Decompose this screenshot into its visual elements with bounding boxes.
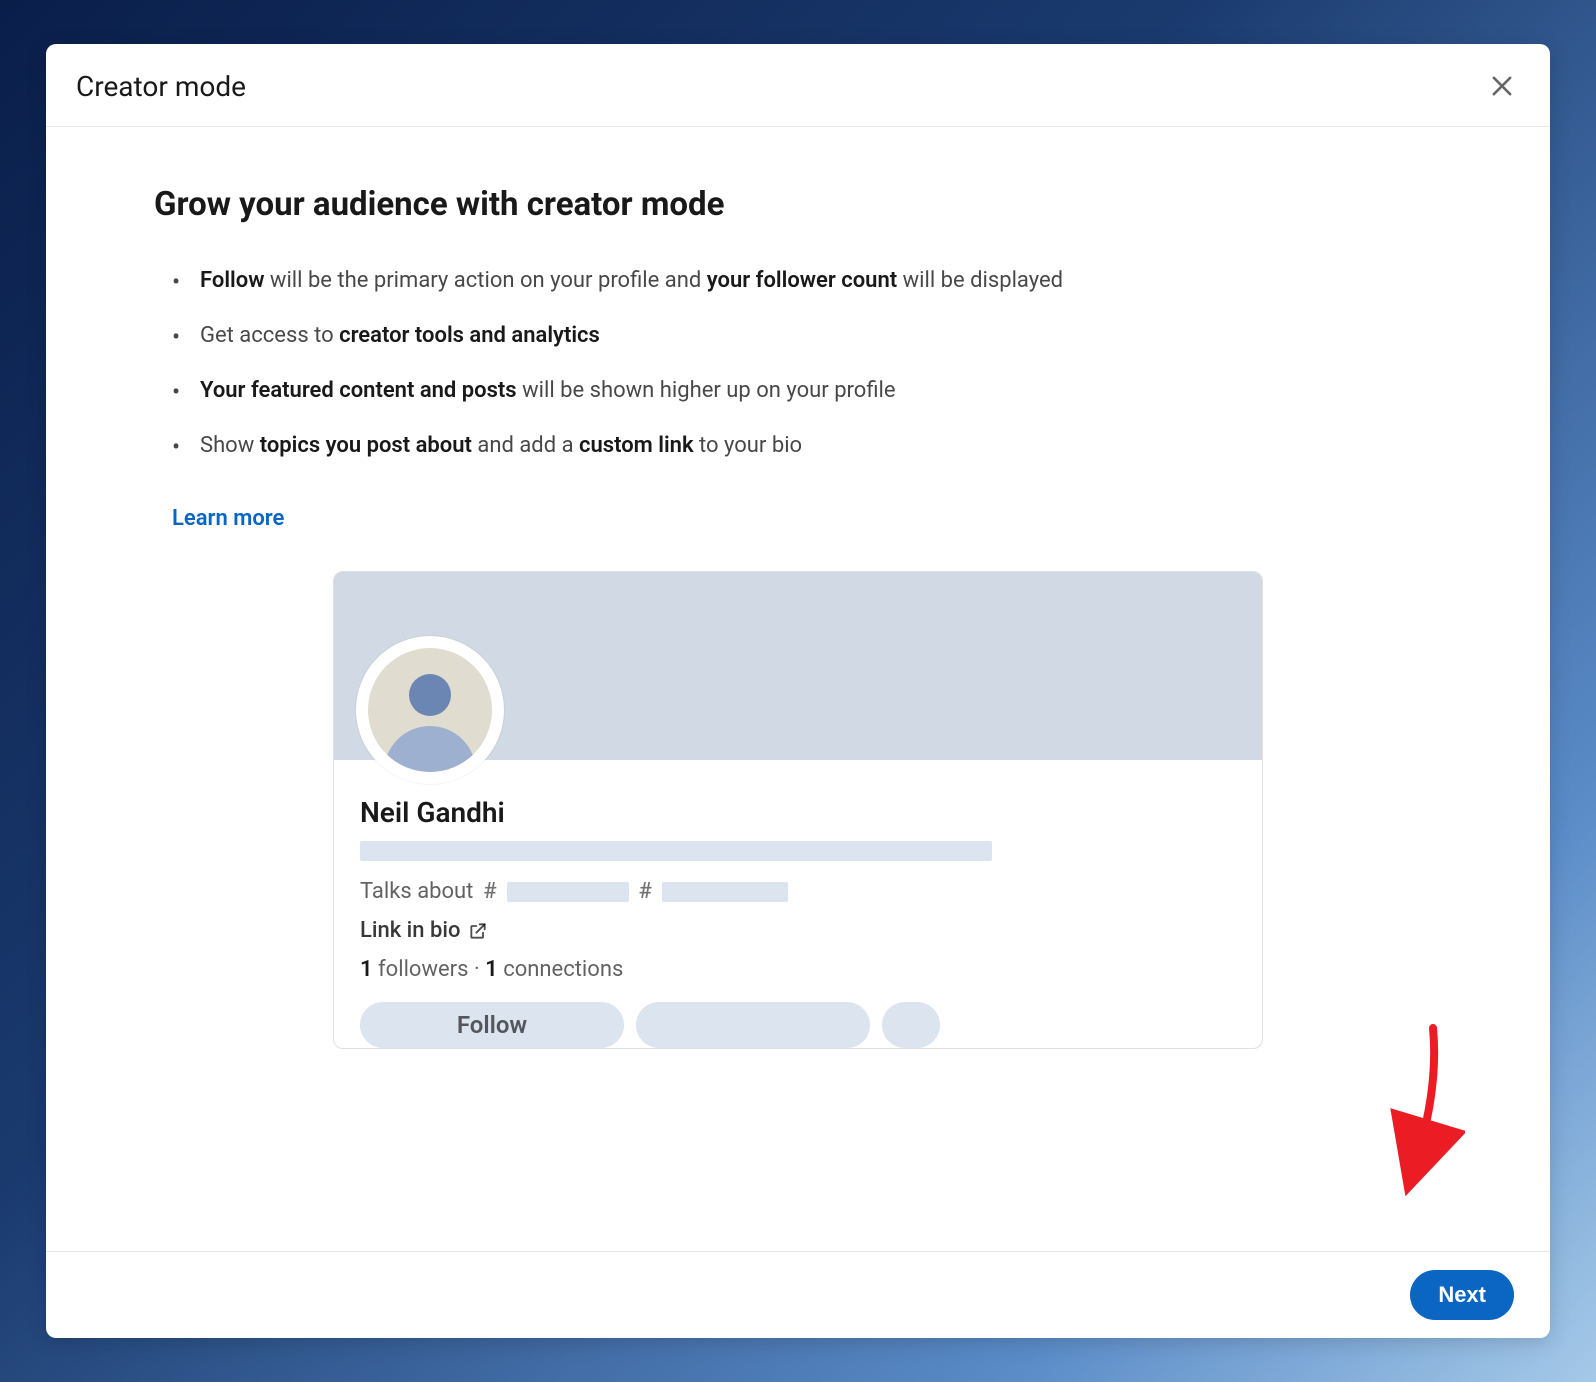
modal-footer: Next [46,1251,1550,1338]
hashtag-symbol: # [483,879,496,904]
profile-info: Neil Gandhi Talks about # # Link in bio [334,760,1262,1048]
hashtag-symbol: # [639,879,652,904]
action-pill-placeholder [636,1002,870,1048]
learn-more-link[interactable]: Learn more [172,506,284,531]
link-in-bio-label: Link in bio [360,918,460,943]
modal-header: Creator mode [46,44,1550,127]
followers-count: 1 [360,957,373,982]
creator-mode-modal: Creator mode Grow your audience with cre… [46,44,1550,1338]
feature-item: Show topics you post about and add a cus… [172,429,1442,462]
avatar [356,636,504,784]
hashtag-placeholder [507,882,629,902]
close-icon [1488,72,1516,100]
talks-about-row: Talks about # # [360,879,1236,904]
profile-headline-placeholder [360,841,992,861]
follow-pill: Follow [360,1002,624,1048]
modal-body: Grow your audience with creator mode Fol… [46,127,1550,1251]
feature-list: Follow will be the primary action on you… [172,264,1442,462]
profile-cover [334,572,1262,760]
feature-item: Your featured content and posts will be … [172,374,1442,407]
feature-item: Follow will be the primary action on you… [172,264,1442,297]
hashtag-placeholder [662,882,788,902]
link-in-bio-row: Link in bio [360,918,1236,943]
avatar-placeholder-icon [368,648,492,772]
external-link-icon [468,921,488,941]
action-pills-row: Follow [360,1002,1236,1048]
profile-stats: 1 followers · 1 connections [360,957,1236,982]
feature-item: Get access to creator tools and analytic… [172,319,1442,352]
action-pill-more [882,1002,940,1048]
profile-preview-card: Neil Gandhi Talks about # # Link in bio [333,571,1263,1049]
connections-count: 1 [485,957,498,982]
next-button[interactable]: Next [1410,1270,1514,1320]
followers-label: followers [373,957,469,982]
close-button[interactable] [1484,68,1520,104]
talks-about-label: Talks about [360,879,473,904]
main-heading: Grow your audience with creator mode [154,185,1442,224]
profile-name: Neil Gandhi [360,796,1236,829]
connections-label: connections [498,957,624,982]
modal-title: Creator mode [76,70,246,103]
